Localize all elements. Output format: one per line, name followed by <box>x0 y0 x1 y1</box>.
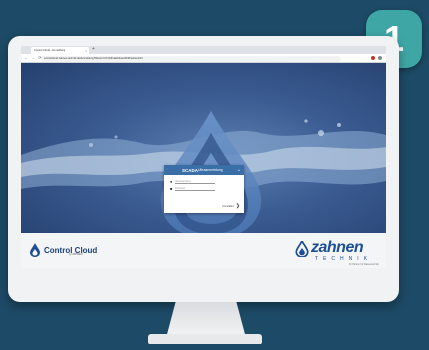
arrow-right-icon: ❯ <box>235 203 240 209</box>
monitor-screen: Control Cloud - Anmeldung × + ← → ⟳ cont… <box>21 46 386 268</box>
chevron-down-icon[interactable]: ⌄ <box>237 167 241 173</box>
lock-icon: ■ <box>170 186 173 191</box>
login-title: Ultraanmeldung <box>198 168 223 172</box>
login-submit-label: Anmelden <box>222 204 234 208</box>
user-icon: ● <box>170 179 173 184</box>
username-field[interactable]: Benutzername <box>175 180 216 184</box>
control-cloud-logo: Control Cloud <box>29 243 97 257</box>
password-row: ■ Passwort <box>170 186 216 191</box>
password-field[interactable]: Passwort <box>175 187 216 191</box>
browser-tab-bar: Control Cloud - Anmeldung × + <box>21 46 386 54</box>
new-tab-icon[interactable]: + <box>92 46 95 52</box>
zahnen-drop-icon <box>295 241 309 257</box>
zahnen-subtitle: TECHNIK <box>315 256 372 262</box>
control-cloud-subtitle: by ZAHNEN <box>69 253 83 256</box>
browser-tab-title: Control Cloud - Anmeldung <box>34 49 66 52</box>
water-drop-icon <box>30 243 40 257</box>
hero-background: SCADA Ultraanmeldung ⌄ ● Benutzername ■ … <box>21 63 386 233</box>
zahnen-tagline: Ihr Partner für Wassertechnik <box>349 264 379 266</box>
login-submit-button[interactable]: Anmelden ❯ <box>222 203 240 209</box>
login-dialog-header: SCADA Ultraanmeldung ⌄ <box>164 165 244 175</box>
tab-close-icon[interactable]: × <box>85 49 87 53</box>
login-dialog: SCADA Ultraanmeldung ⌄ ● Benutzername ■ … <box>164 165 244 213</box>
browser-extension-icons <box>371 56 382 60</box>
browser-tab[interactable]: Control Cloud - Anmeldung × <box>31 47 89 54</box>
monitor-stand-neck <box>166 302 246 338</box>
browser-nav-icons[interactable]: ← → ⟳ <box>24 55 43 60</box>
monitor-frame: Control Cloud - Anmeldung × + ← → ⟳ cont… <box>8 36 399 302</box>
monitor-stand-base <box>148 334 262 344</box>
username-row: ● Benutzername <box>170 179 216 184</box>
browser-address-bar: ← → ⟳ controlcloud.zahnen-technik.de/Anm… <box>21 54 386 63</box>
profile-icon[interactable] <box>378 56 382 60</box>
page-footer: Control Cloud by ZAHNEN zahnen TECHNIK I… <box>21 233 386 268</box>
extension-icon[interactable] <box>371 56 375 60</box>
url-input[interactable]: controlcloud.zahnen-technik.de/Anmeldung… <box>41 55 341 62</box>
login-brand: SCADA <box>182 167 199 173</box>
zahnen-wordmark: zahnen <box>311 239 364 256</box>
